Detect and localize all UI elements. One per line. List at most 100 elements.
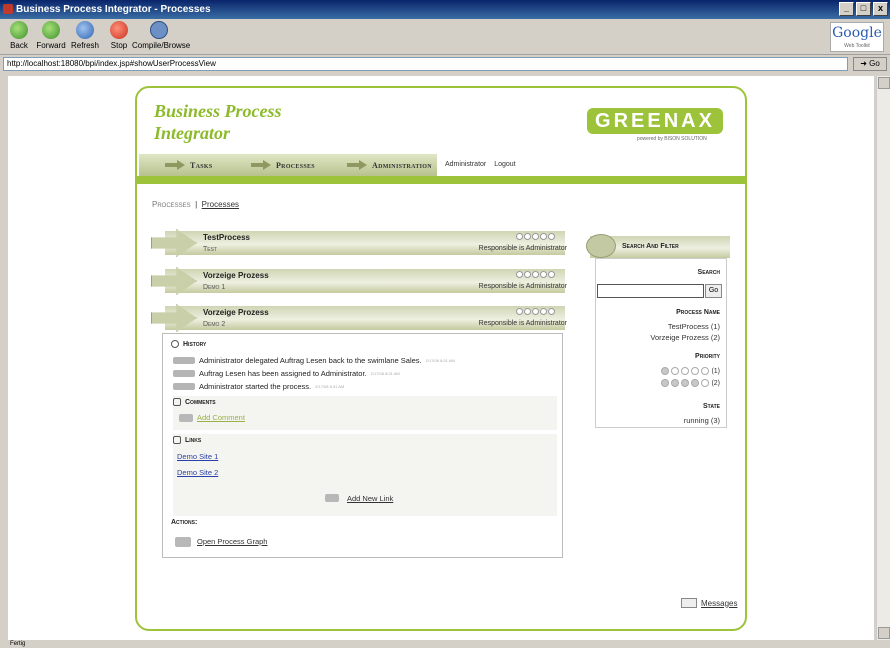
priority-dot-icon — [540, 308, 547, 315]
add-comment-link[interactable]: Add Comment — [197, 413, 245, 422]
filter-priority-1[interactable]: (1) — [661, 367, 720, 375]
compile-label: Compile/Browse — [132, 41, 191, 50]
envelope-icon — [681, 598, 697, 608]
filter-process-vorzeige[interactable]: Vorzeige Prozess (2) — [650, 333, 720, 342]
user-links: Administrator Logout — [445, 154, 522, 176]
search-input[interactable] — [597, 284, 704, 298]
back-arrow-icon — [10, 21, 28, 39]
browser-icon — [3, 4, 13, 14]
search-bubble-icon — [586, 234, 616, 258]
window-titlebar: Business Process Integrator - Processes … — [0, 0, 890, 19]
process-row[interactable]: TestProcess Test Responsible is Administ… — [151, 229, 567, 258]
priority-dot-icon — [516, 233, 523, 240]
messages-link[interactable]: Messages — [681, 598, 737, 608]
links-title: Links — [185, 436, 202, 444]
stop-button[interactable]: Stop — [104, 21, 134, 50]
priority-dot-icon — [524, 233, 531, 240]
process-row-expanded[interactable]: Vorzeige Prozess Demo 2 Responsible is A… — [151, 304, 567, 333]
assign-icon — [173, 370, 195, 377]
filter-process-testprocess[interactable]: TestProcess (1) — [668, 322, 720, 331]
compile-icon — [150, 21, 168, 39]
stop-icon — [110, 21, 128, 39]
history-entry: Auftrag Lesen has been assigned to Admin… — [173, 369, 553, 378]
url-input[interactable]: http://localhost:18080/bpi/index.jsp#sho… — [3, 57, 848, 71]
comments-title: Comments — [185, 398, 216, 406]
filter-priority-2[interactable]: (2) — [661, 379, 720, 387]
forward-label: Forward — [36, 41, 66, 50]
priority-dot-icon — [701, 367, 710, 375]
stop-label: Stop — [110, 41, 128, 50]
priority-dot-icon — [532, 271, 539, 278]
refresh-icon — [76, 21, 94, 39]
priority-dot-icon — [532, 308, 539, 315]
priority-dot-icon — [516, 271, 523, 278]
open-process-graph-link[interactable]: Open Process Graph — [197, 537, 267, 546]
priority-count: (1) — [711, 367, 720, 375]
process-name-label: Process Name — [676, 309, 720, 316]
close-button[interactable]: x — [873, 2, 888, 16]
priority-label: Priority — [695, 353, 720, 360]
priority-dot-icon — [540, 271, 547, 278]
tab-processes[interactable]: Processes — [251, 154, 315, 176]
priority-dot-icon — [691, 379, 700, 387]
status-bar: Fertig — [0, 640, 890, 648]
greenax-logo: GREENAX — [587, 108, 723, 134]
process-tag: Test — [203, 246, 217, 253]
priority-indicator — [516, 271, 555, 278]
demo-site-2-link[interactable]: Demo Site 2 — [177, 468, 218, 477]
messages-label: Messages — [701, 598, 738, 608]
scroll-up-button[interactable] — [878, 77, 890, 89]
history-time: 2/17/08 8:31 AM — [370, 371, 400, 376]
maximize-button[interactable]: □ — [856, 2, 871, 16]
priority-dot-icon — [691, 367, 700, 375]
process-responsible: Responsible is Administrator — [478, 245, 567, 252]
window-controls: _ □ x — [839, 2, 888, 16]
tab-tasks-label: Tasks — [190, 160, 213, 170]
process-name[interactable]: Vorzeige Prozess — [203, 308, 269, 317]
process-graph-icon — [175, 537, 191, 547]
google-toolbar-logo[interactable]: Google Web Toolkit — [830, 22, 884, 52]
nav-tabs: Tasks Processes Administration — [139, 154, 437, 176]
logout-link[interactable]: Logout — [494, 161, 515, 168]
priority-dot-icon — [548, 308, 555, 315]
search-filter-title: Search And Filter — [622, 243, 679, 250]
go-button[interactable]: ➜ Go — [853, 57, 887, 71]
app-title-line2: Integrator — [154, 123, 231, 143]
main-navigation: Tasks Processes Administration Administr… — [139, 154, 745, 176]
search-go-button[interactable]: Go — [705, 284, 722, 298]
app-title: Business Process Integrator — [154, 100, 282, 144]
tab-administration[interactable]: Administration — [347, 154, 432, 176]
process-name[interactable]: TestProcess — [203, 233, 250, 242]
process-name[interactable]: Vorzeige Prozess — [203, 271, 269, 280]
history-title: History — [183, 340, 207, 348]
tab-tasks[interactable]: Tasks — [165, 154, 213, 176]
breadcrumb-processes-link[interactable]: Processes — [202, 200, 239, 209]
google-logo-text: Google — [832, 25, 882, 41]
vertical-scrollbar[interactable] — [876, 76, 890, 640]
forward-button[interactable]: Forward — [36, 21, 66, 50]
history-text: Administrator started the process. — [199, 382, 312, 391]
priority-dot-icon — [701, 379, 710, 387]
administration-icon — [347, 160, 367, 170]
scroll-down-button[interactable] — [878, 627, 890, 639]
comments-heading: Comments — [173, 398, 216, 406]
demo-site-1-link[interactable]: Demo Site 1 — [177, 452, 218, 461]
history-time: 2/17/08 8:31 AM — [425, 358, 455, 363]
back-button[interactable]: Back — [4, 21, 34, 50]
add-new-link[interactable]: Add New Link — [347, 494, 393, 503]
history-text: Administrator delegated Auftrag Lesen ba… — [199, 356, 422, 365]
priority-dot-icon — [671, 379, 680, 387]
user-link[interactable]: Administrator — [445, 161, 486, 168]
go-label: Go — [869, 59, 880, 68]
process-tag: Demo 1 — [203, 284, 226, 291]
priority-dot-icon — [524, 308, 531, 315]
refresh-button[interactable]: Refresh — [70, 21, 100, 50]
history-text: Auftrag Lesen has been assigned to Admin… — [199, 369, 367, 378]
minimize-button[interactable]: _ — [839, 2, 854, 16]
compile-browse-button[interactable]: Compile/Browse — [132, 21, 190, 50]
filter-state-running[interactable]: running (3) — [684, 416, 720, 425]
link-icon — [173, 436, 181, 444]
search-filter-header: Search And Filter — [586, 234, 730, 258]
priority-dot-icon — [524, 271, 531, 278]
process-row[interactable]: Vorzeige Prozess Demo 1 Responsible is A… — [151, 267, 567, 296]
